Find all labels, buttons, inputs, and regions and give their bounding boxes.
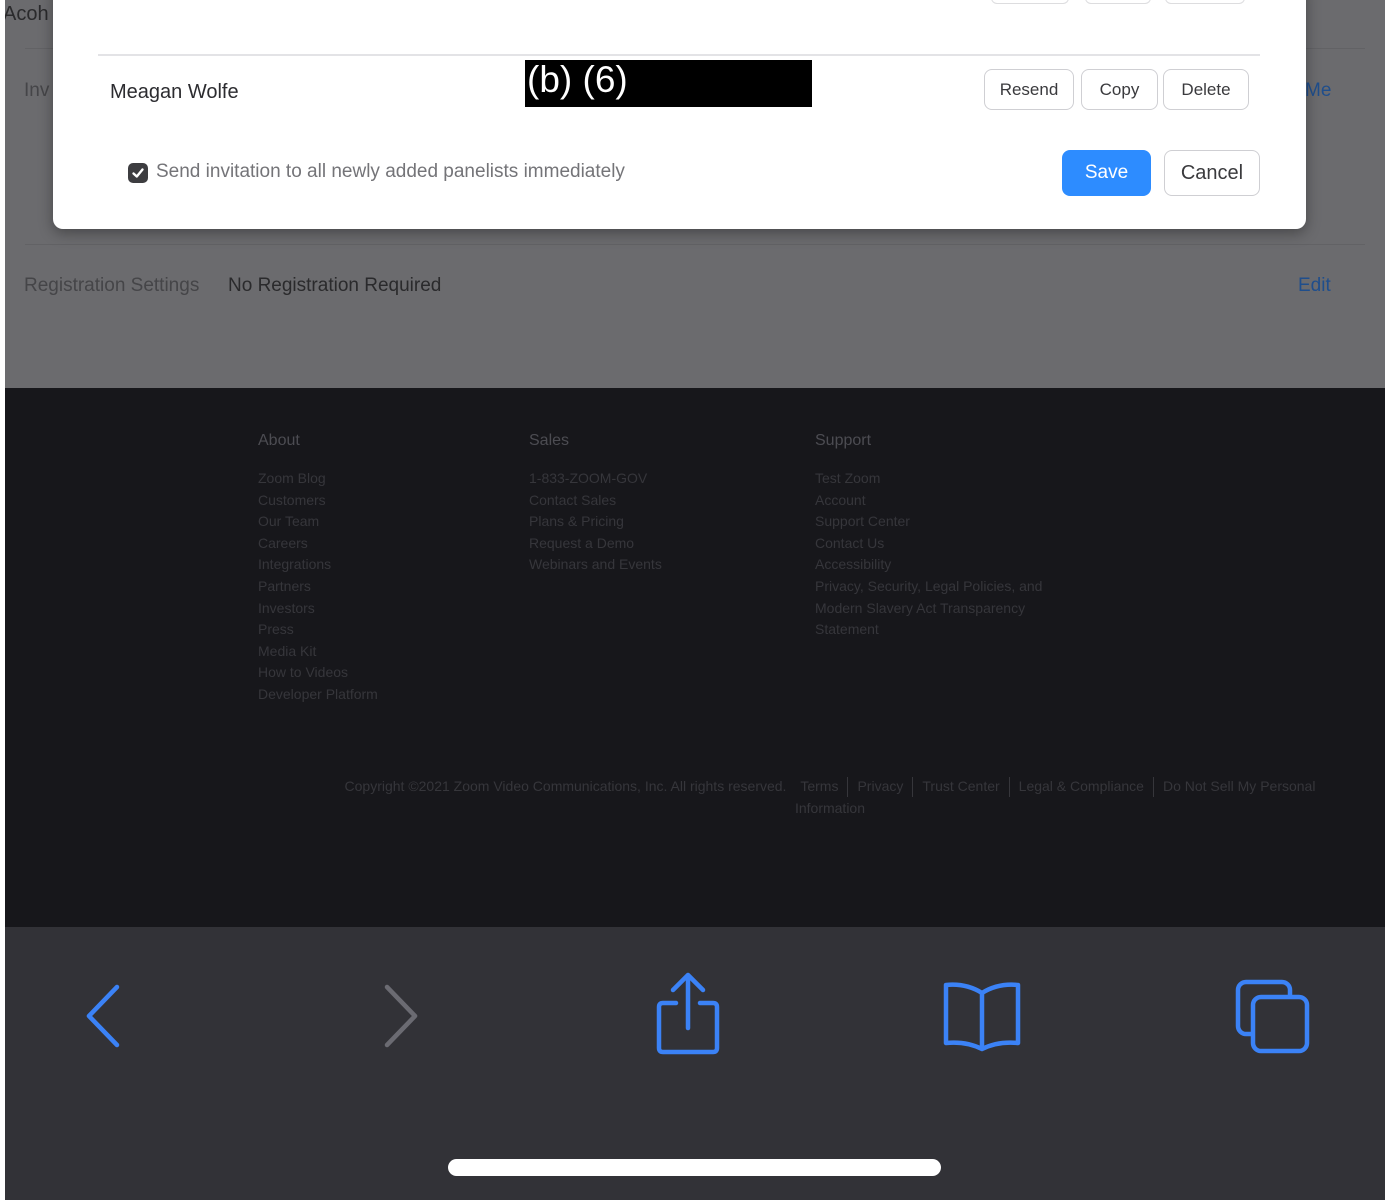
footer-link[interactable]: Customers — [258, 490, 378, 512]
registration-edit-link[interactable]: Edit — [1298, 275, 1331, 297]
checkmark-icon — [132, 168, 144, 178]
copyright-text: Copyright ©2021 Zoom Video Communication… — [344, 778, 787, 794]
copy-button[interactable]: Copy — [1081, 69, 1158, 110]
footer-link[interactable]: Modern Slavery Act Transparency — [815, 598, 1042, 620]
forward-icon[interactable] — [379, 983, 423, 1049]
site-footer: About Zoom Blog Customers Our Team Caree… — [5, 388, 1385, 927]
footer-link[interactable]: Zoom Blog — [258, 468, 378, 490]
footer-link[interactable]: Press — [258, 619, 378, 641]
home-indicator — [448, 1159, 941, 1176]
footer-heading-support: Support — [815, 432, 872, 449]
footer-link[interactable]: Privacy, Security, Legal Policies, and — [815, 576, 1042, 598]
partial-button — [991, 0, 1069, 4]
delete-button[interactable]: Delete — [1163, 69, 1249, 110]
resend-button[interactable]: Resend — [984, 69, 1074, 110]
legal-link-legal-compliance[interactable]: Legal & Compliance — [1019, 778, 1144, 794]
partial-button — [1085, 0, 1151, 4]
background-link-fragment[interactable]: Me — [1305, 80, 1331, 102]
screenshot-frame: Acoh Inv Me Registration Settings No Reg… — [5, 0, 1385, 1200]
divider — [98, 54, 1260, 56]
share-icon[interactable] — [653, 970, 723, 1056]
panelist-name: Meagan Wolfe — [110, 81, 239, 103]
footer-links-support: Test Zoom Account Support Center Contact… — [815, 468, 1042, 641]
footer-link[interactable]: Contact Sales — [529, 490, 662, 512]
registration-settings-value: No Registration Required — [228, 275, 442, 296]
send-invitation-checkbox[interactable] — [128, 163, 148, 183]
footer-link[interactable]: Webinars and Events — [529, 554, 662, 576]
footer-heading-sales: Sales — [529, 432, 570, 449]
footer-link[interactable]: Contact Us — [815, 533, 1042, 555]
footer-link[interactable]: Our Team — [258, 511, 378, 533]
footer-link[interactable]: Statement — [815, 619, 1042, 641]
bookmarks-icon[interactable] — [940, 979, 1024, 1053]
browser-toolbar — [5, 927, 1385, 1200]
registration-settings-label: Registration Settings — [24, 275, 200, 296]
footer-links-about: Zoom Blog Customers Our Team Careers Int… — [258, 468, 378, 706]
footer-link[interactable]: Media Kit — [258, 641, 378, 663]
footer-link[interactable]: How to Videos — [258, 662, 378, 684]
legal-link-trust-center[interactable]: Trust Center — [922, 778, 999, 794]
legal-link-do-not-sell-continued[interactable]: Information — [795, 800, 865, 816]
footer-link[interactable]: Request a Demo — [529, 533, 662, 555]
footer-link[interactable]: Plans & Pricing — [529, 511, 662, 533]
footer-link[interactable]: Partners — [258, 576, 378, 598]
footer-link[interactable]: Careers — [258, 533, 378, 555]
legal-link-privacy[interactable]: Privacy — [857, 778, 903, 794]
footer-link[interactable]: 1-833-ZOOM-GOV — [529, 468, 662, 490]
footer-legal-bar: Copyright ©2021 Zoom Video Communication… — [280, 775, 1380, 819]
partial-button — [1165, 0, 1245, 4]
cancel-button[interactable]: Cancel — [1164, 150, 1260, 196]
footer-link[interactable]: Account — [815, 490, 1042, 512]
footer-link[interactable]: Accessibility — [815, 554, 1042, 576]
save-button[interactable]: Save — [1062, 150, 1151, 196]
footer-heading-about: About — [258, 432, 300, 449]
legal-link-do-not-sell[interactable]: Do Not Sell My Personal — [1163, 778, 1316, 794]
legal-link-terms[interactable]: Terms — [800, 778, 838, 794]
background-text-fragment: Acoh — [5, 3, 49, 25]
send-invitation-label: Send invitation to all newly added panel… — [156, 161, 625, 182]
divider — [25, 244, 1365, 245]
tabs-icon[interactable] — [1233, 977, 1313, 1055]
back-icon[interactable] — [81, 983, 125, 1049]
footer-link[interactable]: Integrations — [258, 554, 378, 576]
panelist-dialog: Meagan Wolfe (b) (6) Resend Copy Delete … — [53, 0, 1306, 229]
footer-link[interactable]: Support Center — [815, 511, 1042, 533]
footer-links-sales: 1-833-ZOOM-GOV Contact Sales Plans & Pri… — [529, 468, 662, 576]
redaction-label: (b) (6) — [527, 59, 628, 100]
footer-link[interactable]: Investors — [258, 598, 378, 620]
redaction-box: (b) (6) — [525, 60, 812, 107]
invite-label-fragment: Inv — [24, 80, 50, 101]
footer-link[interactable]: Developer Platform — [258, 684, 378, 706]
footer-link[interactable]: Test Zoom — [815, 468, 1042, 490]
